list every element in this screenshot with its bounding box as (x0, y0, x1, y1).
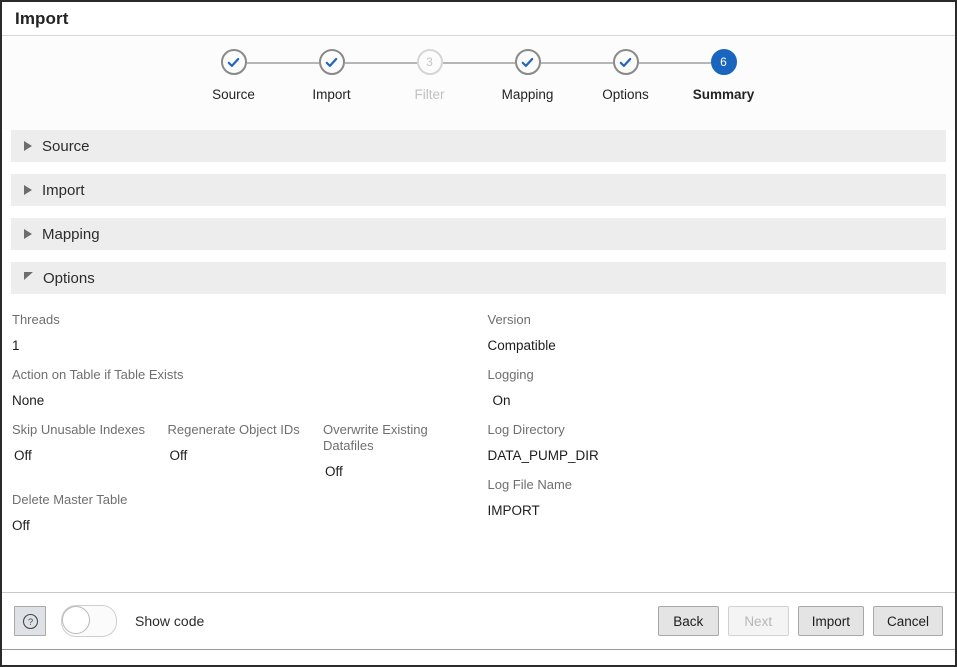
field-log-directory: Log Directory DATA_PUMP_DIR (488, 422, 947, 464)
field-value-version: Compatible (487, 338, 556, 353)
field-label-overwrite-existing-datafiles: Overwrite Existing Datafiles (323, 422, 428, 453)
field-delete-master-table: Delete Master Table Off (12, 492, 479, 534)
options-triple-row: Skip Unusable Indexes Off Regenerate Obj… (12, 422, 479, 479)
field-label-action-on-table: Action on Table if Table Exists (12, 367, 184, 382)
wizard-footer: ? Show code Back Next Import Cancel (2, 592, 955, 650)
field-label-skip-unusable-indexes: Skip Unusable Indexes (12, 422, 145, 437)
question-mark-circle-icon: ? (22, 613, 38, 629)
wizard-stepper-band: Source Import 3 Filter Mapping Options 6… (2, 36, 955, 130)
field-regenerate-object-ids: Regenerate Object IDs Off (168, 422, 324, 479)
step-source[interactable]: Source (185, 49, 319, 102)
field-log-file-name: Log File Name IMPORT (488, 477, 947, 519)
field-logging: Logging On (488, 367, 947, 409)
section-header-import[interactable]: Import (11, 174, 946, 206)
step-number-summary: 6 (720, 55, 727, 69)
triangle-right-icon (24, 185, 32, 195)
section-header-source[interactable]: Source (11, 130, 946, 162)
field-threads: Threads 1 (12, 312, 479, 354)
field-value-overwrite-existing-datafiles: Off (325, 464, 343, 479)
check-icon (227, 57, 240, 67)
triangle-right-icon (24, 229, 32, 239)
check-icon (619, 57, 632, 67)
options-column-left: Threads 1 Action on Table if Table Exist… (11, 312, 479, 547)
step-label-options: Options (602, 87, 649, 102)
field-skip-unusable-indexes: Skip Unusable Indexes Off (12, 422, 168, 479)
field-value-threads: 1 (12, 338, 20, 353)
options-column-right: Version Compatible Logging On Log Direct… (479, 312, 947, 547)
section-header-options[interactable]: Options (11, 262, 946, 294)
field-value-skip-unusable-indexes: Off (14, 448, 32, 463)
field-label-logging: Logging (487, 367, 534, 382)
step-connector (344, 62, 417, 64)
show-code-toggle[interactable] (61, 605, 117, 637)
step-connector (246, 62, 319, 64)
step-label-source: Source (212, 87, 255, 102)
triangle-right-icon (24, 141, 32, 151)
wizard-stepper: Source Import 3 Filter Mapping Options 6… (185, 49, 773, 102)
field-label-delete-master-table: Delete Master Table (12, 492, 128, 507)
check-icon (521, 57, 534, 67)
field-label-threads: Threads (12, 312, 60, 327)
field-version: Version Compatible (488, 312, 947, 354)
window-titlebar: Import (2, 2, 955, 36)
field-value-action-on-table: None (12, 393, 45, 408)
step-connector (442, 62, 515, 64)
help-button[interactable]: ? (14, 606, 46, 636)
import-wizard-window: Import Source Import 3 Filter Mapping Op… (0, 0, 957, 667)
step-label-import: Import (312, 87, 351, 102)
field-label-regenerate-object-ids: Regenerate Object IDs (167, 422, 300, 437)
step-number-filter: 3 (426, 55, 433, 69)
options-section-content: Threads 1 Action on Table if Table Exist… (11, 306, 946, 547)
step-connector (540, 62, 613, 64)
step-mapping[interactable]: Mapping (479, 49, 613, 102)
section-header-mapping[interactable]: Mapping (11, 218, 946, 250)
back-button[interactable]: Back (657, 606, 719, 636)
field-label-log-directory: Log Directory (487, 422, 565, 437)
field-action-on-table: Action on Table if Table Exists None (12, 367, 479, 409)
triangle-down-icon (24, 272, 33, 280)
step-options[interactable]: Options (577, 49, 711, 102)
step-indicator-summary[interactable]: 6 (710, 49, 737, 75)
step-indicator-filter: 3 (416, 49, 443, 75)
field-value-log-directory: DATA_PUMP_DIR (487, 448, 599, 463)
summary-body: Source Import Mapping Options Threads 1 … (2, 130, 955, 592)
svg-text:?: ? (27, 617, 32, 628)
section-title-import: Import (42, 181, 85, 199)
field-overwrite-existing-datafiles: Overwrite Existing Datafiles Off (323, 422, 479, 479)
field-value-delete-master-table: Off (12, 518, 30, 533)
section-title-options: Options (43, 269, 95, 287)
section-title-source: Source (42, 137, 90, 155)
toggle-knob (62, 606, 90, 634)
step-label-summary: Summary (692, 87, 755, 102)
show-code-label: Show code (135, 613, 205, 629)
step-connector (638, 62, 711, 64)
field-value-logging: On (492, 393, 511, 408)
step-indicator-import[interactable] (318, 49, 345, 75)
page-title: Import (15, 8, 69, 28)
section-title-mapping: Mapping (42, 225, 100, 243)
step-summary[interactable]: 6 Summary (675, 49, 773, 102)
field-label-version: Version (487, 312, 531, 327)
check-icon (325, 57, 338, 67)
import-button[interactable]: Import (797, 606, 864, 636)
step-filter: 3 Filter (381, 49, 515, 102)
step-indicator-mapping[interactable] (514, 49, 541, 75)
step-import[interactable]: Import (283, 49, 417, 102)
step-indicator-options[interactable] (612, 49, 639, 75)
field-label-log-file-name: Log File Name (487, 477, 573, 492)
cancel-button[interactable]: Cancel (872, 606, 943, 636)
field-value-log-file-name: IMPORT (487, 503, 540, 518)
next-button: Next (727, 606, 789, 636)
step-label-mapping: Mapping (501, 87, 554, 102)
step-indicator-source[interactable] (220, 49, 247, 75)
step-label-filter: Filter (414, 87, 445, 102)
window-bottom-strip (2, 650, 955, 665)
field-value-regenerate-object-ids: Off (169, 448, 188, 463)
